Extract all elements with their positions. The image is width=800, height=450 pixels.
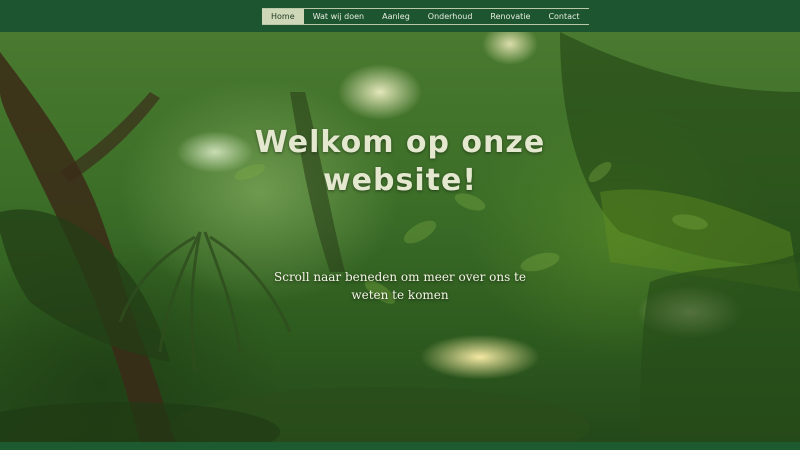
nav-item-onderhoud[interactable]: Onderhoud	[419, 9, 482, 24]
site-header: Home Wat wij doen Aanleg Onderhoud Renov…	[0, 0, 800, 32]
main-nav: Home Wat wij doen Aanleg Onderhoud Renov…	[262, 8, 589, 25]
hero-subtitle: Scroll naar beneden om meer over ons te …	[274, 270, 526, 302]
hero-section: Welkom op onze website! Scroll naar bene…	[0, 32, 800, 442]
bottom-strip	[0, 442, 800, 450]
hero-title: Welkom op onze website!	[254, 125, 546, 199]
nav-item-contact[interactable]: Contact	[539, 9, 588, 24]
jungle-background-image	[0, 32, 800, 442]
nav-item-aanleg[interactable]: Aanleg	[373, 9, 419, 24]
nav-item-wat-wij-doen[interactable]: Wat wij doen	[304, 9, 373, 24]
nav-item-home[interactable]: Home	[262, 9, 304, 24]
nav-item-renovatie[interactable]: Renovatie	[481, 9, 539, 24]
page: Home Wat wij doen Aanleg Onderhoud Renov…	[0, 0, 800, 450]
